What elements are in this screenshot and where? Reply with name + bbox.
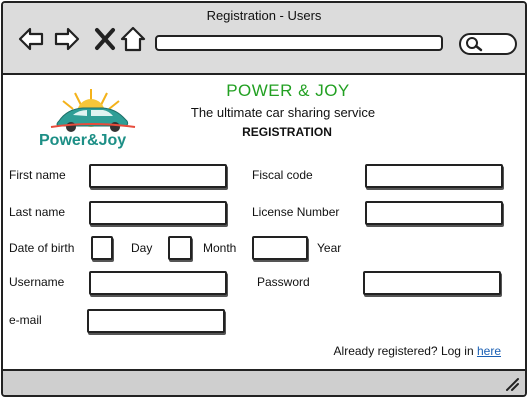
login-prompt: Already registered? Log in here xyxy=(334,344,501,358)
brand-title: POWER & JOY xyxy=(226,81,350,100)
fiscal-code-label: Fiscal code xyxy=(252,168,313,182)
power-and-joy-logo: Power&Joy xyxy=(23,83,153,153)
email-label: e-mail xyxy=(9,313,42,327)
email-field[interactable] xyxy=(87,309,225,333)
last-name-label: Last name xyxy=(9,205,66,219)
day-label: Day xyxy=(131,241,153,255)
license-number-label: License Number xyxy=(252,205,340,219)
logo-text: Power&Joy xyxy=(39,132,127,149)
close-icon[interactable] xyxy=(91,25,119,53)
username-label: Username xyxy=(9,275,65,289)
car-logo-icon xyxy=(50,89,136,132)
window-title: Registration - Users xyxy=(206,8,322,23)
month-label: Month xyxy=(203,241,237,255)
password-field[interactable] xyxy=(363,271,501,295)
login-link[interactable]: here xyxy=(477,344,501,358)
back-arrow-icon[interactable] xyxy=(17,25,45,53)
tagline: The ultimate car sharing service xyxy=(190,105,376,120)
year-field[interactable] xyxy=(252,236,308,260)
first-name-field[interactable] xyxy=(89,164,227,188)
browser-toolbar: Registration - Users xyxy=(3,3,525,75)
last-name-field[interactable] xyxy=(89,201,227,225)
page-title: REGISTRATION xyxy=(242,125,332,139)
search-field[interactable] xyxy=(459,33,517,55)
forward-arrow-icon[interactable] xyxy=(53,25,81,53)
date-of-birth-label: Date of birth xyxy=(9,241,75,255)
day-field[interactable] xyxy=(91,236,113,260)
month-field[interactable] xyxy=(168,236,192,260)
password-label: Password xyxy=(257,275,310,289)
username-field[interactable] xyxy=(89,271,227,295)
browser-window: Registration - Users Power&Joy POWER & J… xyxy=(1,1,527,397)
license-number-field[interactable] xyxy=(365,201,503,225)
search-icon xyxy=(466,37,483,52)
status-bar xyxy=(3,369,525,395)
address-bar[interactable] xyxy=(155,35,443,51)
fiscal-code-field[interactable] xyxy=(365,164,503,188)
resize-grip-icon[interactable] xyxy=(505,377,519,391)
home-icon[interactable] xyxy=(119,25,147,53)
year-label: Year xyxy=(317,241,342,255)
login-prompt-text: Already registered? Log in xyxy=(333,344,477,358)
first-name-label: First name xyxy=(9,168,66,182)
